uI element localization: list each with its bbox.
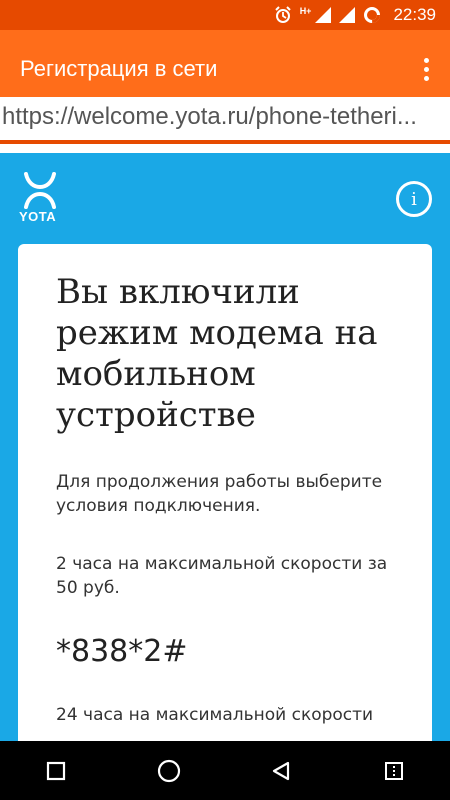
offer-text: 2 часа на максимальной скорости за 50 ру… <box>56 554 388 598</box>
ussd-code[interactable]: *838*2# <box>56 634 394 669</box>
navigation-bar <box>0 741 450 800</box>
app-bar-title: Регистрация в сети <box>20 56 218 81</box>
intro-text: Для продолжения работы выберите условия … <box>56 472 383 516</box>
status-bar: H+ 22:39 <box>0 0 450 30</box>
menu-button[interactable] <box>364 741 424 800</box>
web-page: YOTA i Вы включили режим модема на мобил… <box>0 153 450 741</box>
recent-apps-button[interactable] <box>26 741 86 800</box>
offer-text: 24 часа на максимальной скорости <box>56 705 374 725</box>
info-button[interactable]: i <box>396 181 432 217</box>
url-bar[interactable]: https://welcome.yota.ru/phone-tetheri... <box>0 97 450 149</box>
logo-text: YOTA <box>19 209 57 224</box>
back-button[interactable] <box>251 741 311 800</box>
more-options-button[interactable] <box>412 52 440 86</box>
menu-icon <box>384 761 403 780</box>
alarm-icon <box>274 6 292 24</box>
url-text: https://welcome.yota.ru/phone-tetheri... <box>2 103 417 130</box>
recent-apps-icon <box>47 761 66 780</box>
sync-icon <box>363 6 381 24</box>
signal-icon <box>315 7 332 23</box>
more-vert-icon <box>423 57 429 63</box>
signal-icon <box>339 7 356 23</box>
home-button[interactable] <box>139 741 199 800</box>
content-card: Вы включили режим модема на мобильном ус… <box>18 244 432 741</box>
clock: 22:39 <box>393 5 436 24</box>
network-type-label: H+ <box>299 6 312 16</box>
info-icon: i <box>411 188 417 210</box>
home-icon <box>157 759 180 782</box>
page-heading: Вы включили режим модема на мобильном ус… <box>56 272 378 435</box>
url-underline <box>0 140 450 144</box>
back-icon <box>273 761 290 780</box>
